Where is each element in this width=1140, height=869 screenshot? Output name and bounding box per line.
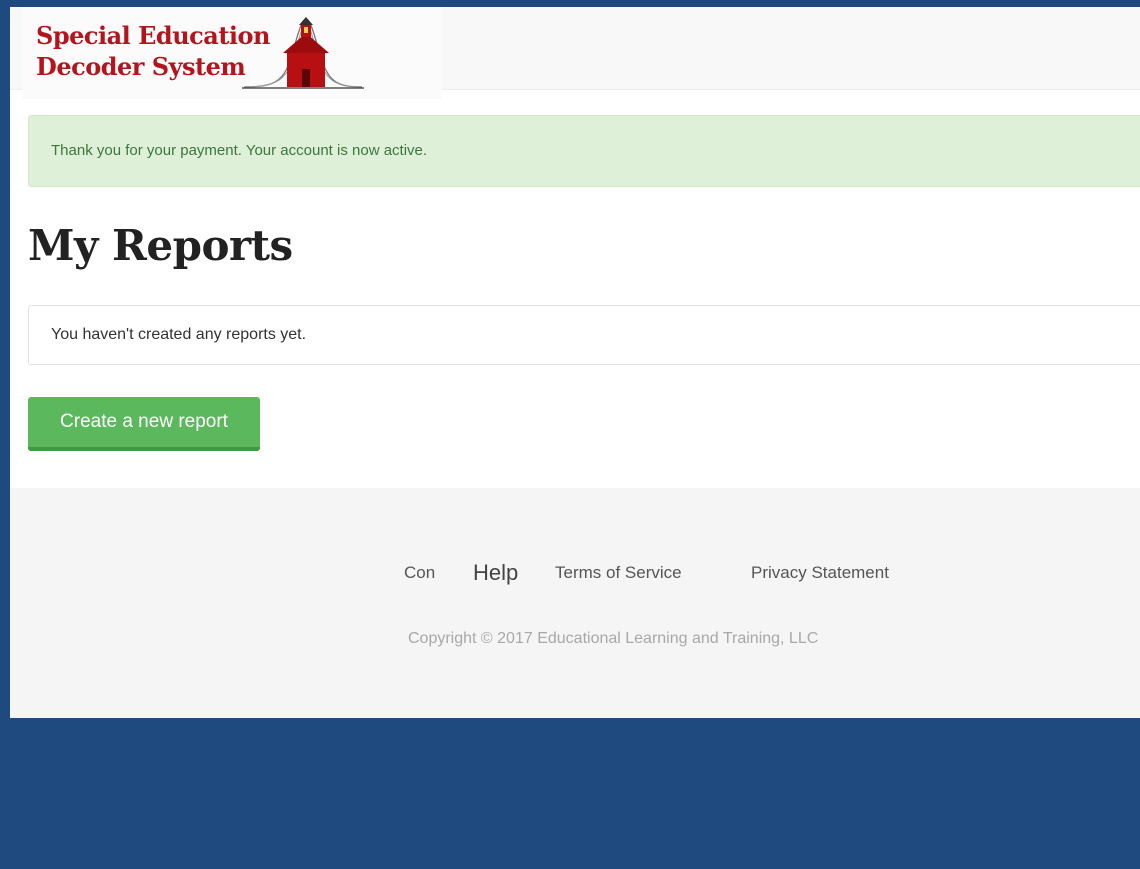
brand-name-line-2: Decoder System xyxy=(36,52,246,81)
copyright-text: Copyright © 2017 Educational Learning an… xyxy=(408,630,819,647)
screenshot-frame: Special Education Decoder System Thank y… xyxy=(10,7,1140,869)
web-page: Special Education Decoder System Thank y… xyxy=(10,7,1140,718)
footer-link-help[interactable]: Help xyxy=(473,558,518,588)
footer: Con Help Terms of Service Privacy Statem… xyxy=(10,488,1140,718)
top-navbar: Special Education Decoder System xyxy=(10,7,1140,99)
create-report-button[interactable]: Create a new report xyxy=(28,397,260,451)
empty-reports-panel: You haven't created any reports yet. xyxy=(28,305,1140,365)
footer-link-terms[interactable]: Terms of Service xyxy=(555,558,682,588)
brand-logo-link[interactable]: Special Education Decoder System xyxy=(22,7,442,99)
footer-links: Con Help Terms of Service Privacy Statem… xyxy=(10,558,1140,588)
brand-name: Special Education Decoder System xyxy=(36,20,270,82)
page-title: My Reports xyxy=(28,221,293,270)
footer-link-privacy[interactable]: Privacy Statement xyxy=(751,558,889,588)
schoolhouse-bell-curve-icon xyxy=(242,17,364,89)
brand-name-line-1: Special Education xyxy=(36,21,270,50)
payment-success-alert: Thank you for your payment. Your account… xyxy=(28,115,1140,187)
footer-link-contact[interactable]: Con xyxy=(404,558,435,588)
